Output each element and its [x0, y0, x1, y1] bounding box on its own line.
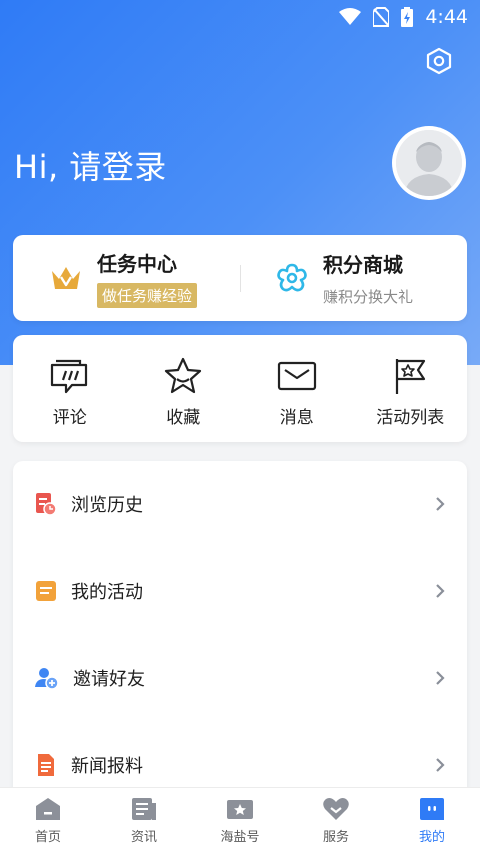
points-mall-subtitle: 赚积分换大礼 — [323, 288, 414, 306]
chevron-right-icon — [436, 671, 445, 685]
tab-service[interactable]: 服务 — [288, 788, 384, 853]
activity-icon — [36, 581, 56, 601]
task-center-badge: 做任务赚经验 — [97, 283, 198, 308]
task-center-title: 任务中心 — [97, 252, 177, 276]
flower-icon — [277, 263, 307, 292]
menu-item-label: 我的活动 — [71, 582, 143, 603]
news-tip-icon — [38, 754, 54, 776]
login-prompt[interactable]: Hi, 请登录 — [14, 142, 167, 188]
menu-item-label: 新闻报料 — [71, 756, 143, 777]
messages-label: 消息 — [279, 408, 314, 428]
news-icon — [132, 798, 156, 820]
tab-label: 资讯 — [130, 830, 157, 845]
menu-item-label: 浏览历史 — [71, 495, 143, 516]
default-user-icon — [396, 130, 462, 196]
home-icon — [36, 798, 60, 820]
favorites-button[interactable]: 收藏 — [127, 335, 241, 442]
activity-list-button[interactable]: 活动列表 — [354, 335, 468, 442]
bottom-tab-bar: 首页 资讯 海盐号 服务 我的 — [0, 787, 480, 853]
chevron-right-icon — [436, 758, 445, 772]
tab-label: 海盐号 — [220, 830, 260, 845]
chevron-right-icon — [436, 584, 445, 598]
menu-item-invite-friends[interactable]: 邀请好友 — [13, 658, 467, 698]
rewards-card: 任务中心 做任务赚经验 积分商城 赚积分换大礼 — [13, 235, 467, 321]
menu-item-my-activities[interactable]: 我的活动 — [13, 571, 467, 611]
favorites-label: 收藏 — [166, 408, 201, 428]
haiyan-icon — [227, 800, 253, 819]
crown-icon — [52, 267, 80, 289]
service-heart-icon — [323, 798, 349, 820]
status-bar: 4:44 — [0, 0, 480, 34]
comment-icon — [50, 359, 87, 394]
tab-label: 我的 — [418, 830, 445, 845]
points-mall-title: 积分商城 — [323, 253, 403, 277]
chevron-right-icon — [436, 497, 445, 511]
tab-home[interactable]: 首页 — [0, 788, 96, 853]
activity-list-label: 活动列表 — [376, 408, 445, 428]
task-center-entry[interactable]: 任务中心 做任务赚经验 — [13, 235, 240, 321]
flag-icon — [396, 359, 426, 394]
comments-label: 评论 — [52, 408, 87, 428]
history-icon — [36, 493, 57, 516]
points-mall-entry[interactable]: 积分商城 赚积分换大礼 — [240, 235, 467, 321]
menu-item-label: 邀请好友 — [73, 669, 145, 690]
tab-label: 首页 — [34, 830, 61, 845]
menu-list: 浏览历史 我的活动 邀请好友 新闻报料 — [13, 461, 467, 801]
tab-label: 服务 — [322, 830, 349, 845]
star-icon — [165, 357, 202, 394]
menu-item-news-tip[interactable]: 新闻报料 — [13, 745, 467, 785]
messages-button[interactable]: 消息 — [240, 335, 354, 442]
menu-item-history[interactable]: 浏览历史 — [13, 484, 467, 524]
settings-button[interactable] — [424, 46, 454, 76]
avatar[interactable] — [392, 126, 466, 200]
no-sim-icon — [373, 7, 390, 27]
invite-friend-icon — [35, 668, 59, 690]
tab-news[interactable]: 资讯 — [96, 788, 192, 853]
mail-icon — [277, 361, 316, 391]
tab-profile[interactable]: 我的 — [384, 788, 480, 853]
tab-haiyan[interactable]: 海盐号 — [192, 788, 288, 853]
comments-button[interactable]: 评论 — [13, 335, 127, 442]
status-time: 4:44 — [425, 6, 468, 28]
battery-charging-icon — [401, 7, 414, 27]
settings-hex-icon — [426, 47, 452, 75]
quick-actions-card: 评论 收藏 消息 活动列表 — [13, 335, 467, 442]
profile-icon — [420, 798, 444, 820]
wifi-icon — [339, 8, 362, 26]
